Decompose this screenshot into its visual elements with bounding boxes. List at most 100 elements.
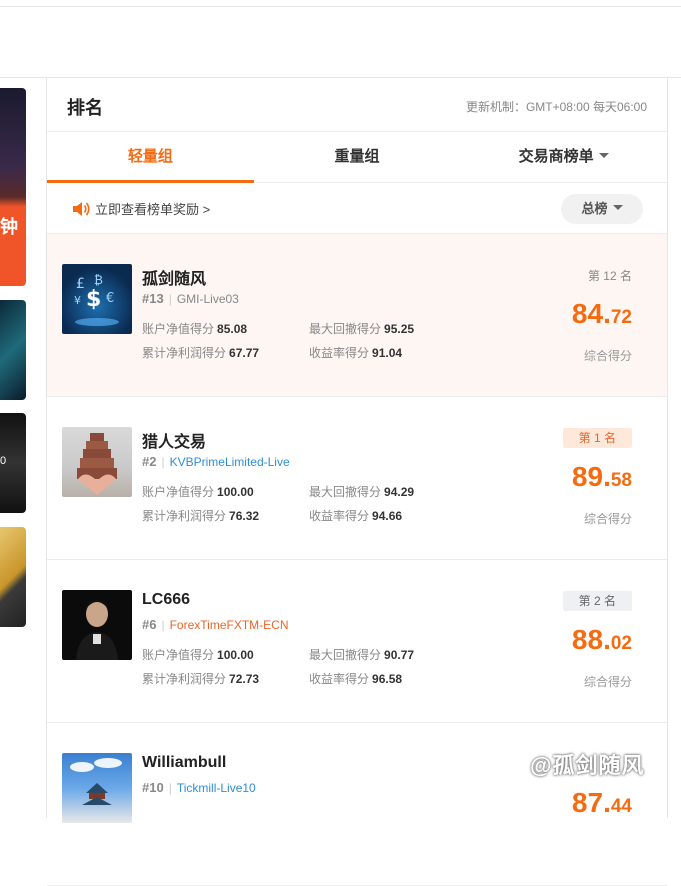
total-rank-dropdown[interactable]: 总榜 [561,194,643,224]
metric-return: 收益率得分 91.04 [309,344,402,361]
person-icon [76,600,118,660]
score-int: 89. [571,461,611,492]
trader-meta: #6 | ForexTimeFXTM-ECN [142,617,288,632]
score-int: 84. [571,298,611,329]
entry-number: #2 [142,454,157,469]
trader-name[interactable]: 孤剑随风 [142,265,206,289]
entry-number: #6 [142,617,157,632]
left-thumb-1-text: 钟 [0,217,18,237]
reward-link-label: 立即查看榜单奖励 > [95,202,211,217]
reward-link[interactable]: 立即查看榜单奖励 > [71,199,210,218]
metric-value: 95.25 [384,322,415,336]
metric-value: 67.77 [229,346,260,360]
entry-number: #10 [142,780,164,795]
list-item[interactable]: 猎人交易 #2 | KVBPrimeLimited-Live 账户净值得分 100.0… [47,397,667,560]
svg-text:£: £ [76,276,85,292]
tab-heavy-group-label: 重量组 [334,148,380,165]
score-label: 综合得分 [583,512,632,526]
account-server[interactable]: KVBPrimeLimited-Live [170,455,290,469]
filter-bar: 立即查看榜单奖励 > 总榜 [47,183,667,234]
divider: | [168,292,172,306]
svg-text:₿: ₿ [94,273,103,287]
list-item[interactable]: LC666 #6 | ForexTimeFXTM-ECN 账户净值得分 100.00 … [47,560,667,723]
score-dec: 72 [610,307,632,328]
metric-value: 100.00 [217,648,254,662]
divider: | [168,781,172,795]
currency-icon: £ ₿ $ ¥ € [74,273,119,326]
metric-value: 100.00 [217,485,254,499]
metric-value: 72.73 [229,672,260,686]
left-thumb-2[interactable] [0,300,26,400]
divider: | [161,618,165,632]
avatar[interactable]: £ ₿ $ ¥ € [62,264,132,334]
metric-label: 累计净利润得分 [142,346,227,360]
metric-label: 收益率得分 [309,509,370,523]
speaker-icon [73,202,90,216]
composite-score: 84.72 [572,298,632,330]
chevron-down-icon [612,205,623,211]
metric-drawdown: 最大回撤得分 95.25 [309,320,414,337]
composite-score: 88.02 [572,624,632,656]
score-label: 综合得分 [583,349,632,363]
score-int: 88. [571,624,611,655]
metric-label: 账户净值得分 [142,648,215,662]
svg-text:€: € [106,291,114,306]
list-item[interactable]: £ ₿ $ ¥ € 孤剑随风 #13 | GMI-Live03 账户净值得分 85.0… [47,234,667,397]
svg-text:$: $ [86,287,101,312]
tab-light-group[interactable]: 轻量组 [47,132,254,183]
avatar[interactable] [62,427,132,497]
metric-profit: 累计净利润得分 72.73 [142,670,259,687]
score-dec: 44 [610,796,632,817]
score-label: 综合得分 [583,675,632,689]
metric-value: 96.58 [372,672,403,686]
account-server[interactable]: Tickmill-Live10 [177,781,256,795]
metric-label: 收益率得分 [309,672,370,686]
avatar[interactable] [62,590,132,660]
avatar[interactable] [62,753,132,823]
score-dec: 02 [610,633,632,654]
trader-name[interactable]: 猎人交易 [142,428,206,452]
composite-score: 87.44 [572,787,632,819]
entry-number: #13 [142,291,164,306]
trader-meta: #13 | GMI-Live03 [142,291,239,306]
tab-broker-list[interactable]: 交易商榜单 [460,132,667,182]
chevron-down-icon [598,152,609,158]
left-thumb-3[interactable]: 0 [0,413,26,513]
metric-value: 90.77 [384,648,415,662]
metric-return: 收益率得分 94.66 [309,507,402,524]
trader-name[interactable]: LC666 [142,591,190,609]
metric-value: 76.32 [229,509,260,523]
rank-badge: 第 2 名 [562,591,632,611]
tab-broker-list-label: 交易商榜单 [518,148,594,165]
metric-label: 收益率得分 [309,346,370,360]
watermark: @孤剑随风 [530,753,645,778]
account-server: GMI-Live03 [176,292,239,306]
panel-header: 排名 更新机制：GMT+08:00 每天06:00 [47,78,667,132]
metric-equity: 账户净值得分 100.00 [142,646,254,663]
score-dec: 58 [610,470,632,491]
total-rank-label: 总榜 [581,201,608,216]
group-tabs: 轻量组 重量组 交易商榜单 [47,132,667,183]
left-thumb-1[interactable]: 钟 [0,88,26,286]
metric-value: 94.29 [384,485,415,499]
svg-text:¥: ¥ [74,294,81,307]
metric-value: 94.66 [372,509,403,523]
tab-heavy-group[interactable]: 重量组 [254,132,461,182]
metric-label: 最大回撤得分 [309,322,382,336]
trader-name[interactable]: Williambull [142,754,226,772]
metric-drawdown: 最大回撤得分 94.29 [309,483,414,500]
metric-label: 累计净利润得分 [142,672,227,686]
metric-value: 91.04 [372,346,403,360]
composite-score: 89.58 [572,461,632,493]
left-thumb-4[interactable] [0,527,26,627]
temple-icon [70,758,122,805]
panel-title: 排名 [67,98,103,118]
tab-light-group-label: 轻量组 [127,148,173,165]
ranking-panel: 排名 更新机制：GMT+08:00 每天06:00 轻量组 重量组 交易商榜单 … [46,78,668,886]
left-thumb-3-text: 0 [0,455,7,467]
score-int: 87. [571,787,611,818]
metric-equity: 账户净值得分 85.08 [142,320,247,337]
account-server[interactable]: ForexTimeFXTM-ECN [170,618,289,632]
pagoda-icon [77,433,117,495]
trader-meta: #2 | KVBPrimeLimited-Live [142,454,290,469]
